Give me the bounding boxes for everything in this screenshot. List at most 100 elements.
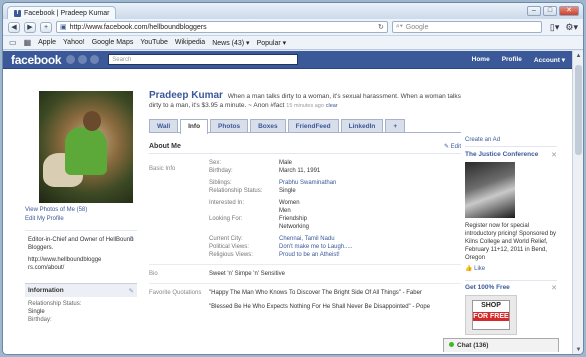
facebook-favicon-icon: f xyxy=(14,9,21,17)
gear-icon[interactable]: ⚙▾ xyxy=(565,22,578,33)
friend-requests-icon[interactable] xyxy=(66,55,76,64)
online-icon xyxy=(449,342,454,347)
bookmark-news[interactable]: News (43) ▾ xyxy=(212,39,249,47)
url-text: http://www.facebook.com/hellboundblogger… xyxy=(69,23,207,31)
ad-title[interactable]: The Justice Conference xyxy=(465,151,557,159)
looking-label: Looking For: xyxy=(209,216,243,222)
like-button[interactable]: 👍 Like xyxy=(465,265,557,272)
bio-label: Bio xyxy=(149,271,158,277)
edit-link[interactable]: ✎ Edit xyxy=(444,143,461,150)
information-heading: Information ✎ xyxy=(25,283,137,297)
sex-value: Male xyxy=(279,160,293,166)
tab-linkedin[interactable]: LinkedIn xyxy=(340,119,384,132)
browser-tab[interactable]: f Facebook | Pradeep Kumar xyxy=(7,6,117,19)
right-column: Create an Ad ✕ The Justice Conference Re… xyxy=(465,137,557,335)
interested-value: Women xyxy=(279,200,300,206)
create-ad-link[interactable]: Create an Ad xyxy=(465,137,557,147)
bookmark-google-maps[interactable]: Google Maps xyxy=(92,39,134,46)
quotation: "Happy The Man Who Knows To Discover The… xyxy=(209,290,422,296)
tab-wall[interactable]: Wall xyxy=(149,119,179,132)
religious-label: Religious Views: xyxy=(209,252,253,258)
sex-label: Sex: xyxy=(209,160,222,166)
bio-url: http://www.hellboundblogge rs.com/about/ xyxy=(28,257,102,271)
tab-photos[interactable]: Photos xyxy=(210,119,249,132)
edit-profile-link[interactable]: Edit My Profile xyxy=(25,216,137,222)
messages-icon[interactable] xyxy=(78,55,88,64)
scroll-up-icon[interactable]: ▲ xyxy=(573,51,583,62)
bookmark-youtube[interactable]: YouTube xyxy=(140,39,168,46)
clear-status-link[interactable]: clear xyxy=(326,103,338,109)
scroll-thumb[interactable] xyxy=(575,65,582,155)
maximize-button[interactable]: □ xyxy=(543,6,557,16)
browser-window: f Facebook | Pradeep Kumar – □ ✕ ◀ ▶ + ▣… xyxy=(2,2,584,355)
political-link[interactable]: Don't make me to Laugh..... xyxy=(279,243,353,251)
profile-tabs: Wall Info Photos Boxes FriendFeed Linked… xyxy=(149,119,461,134)
ad-title[interactable]: Get 100% Free xyxy=(465,284,557,291)
window-controls: – □ ✕ xyxy=(527,6,579,16)
close-button[interactable]: ✕ xyxy=(559,6,579,16)
profile-name[interactable]: Pradeep Kumar xyxy=(149,90,223,101)
address-bar[interactable]: ▣ http://www.facebook.com/hellboundblogg… xyxy=(56,21,388,33)
quotation: "Blessed Be He Who Expects Nothing For H… xyxy=(209,304,431,310)
main-column: Pradeep Kumar When a man talks dirty to … xyxy=(149,91,461,311)
page-menu-icon[interactable]: ▯▾ xyxy=(550,22,559,33)
add-tab-button[interactable]: + xyxy=(385,119,406,132)
bookmark-apple[interactable]: Apple xyxy=(38,39,56,46)
bookmarks-bar: ▭ ▦ Apple Yahoo! Google Maps YouTube Wik… xyxy=(3,36,583,50)
tab-info[interactable]: Info xyxy=(180,119,209,134)
bookmark-popular[interactable]: Popular ▾ xyxy=(257,39,287,47)
forward-button[interactable]: ▶ xyxy=(24,21,36,33)
bio-value: Sweet 'n' Simpe 'n' Sensitive xyxy=(209,271,285,277)
basic-info-label: Basic Info xyxy=(149,166,176,172)
sibling-link[interactable]: Prabhu Swaminathan xyxy=(279,179,336,187)
title-bar: f Facebook | Pradeep Kumar – □ ✕ xyxy=(3,3,583,19)
chat-bar[interactable]: Chat (136) xyxy=(443,338,559,352)
chat-label: Chat (136) xyxy=(457,342,489,349)
birthday-value: March 11, 1991 xyxy=(279,168,321,174)
bio-box: ✎ Editor-in-Chief and Owner of HellBound… xyxy=(25,230,137,277)
birthday-label: Birthday: xyxy=(28,317,52,323)
status-line: Pradeep Kumar When a man talks dirty to … xyxy=(149,91,461,111)
facebook-logo[interactable]: facebook xyxy=(11,53,62,67)
bookmark-yahoo[interactable]: Yahoo! xyxy=(63,39,85,46)
pencil-icon[interactable]: ✎ xyxy=(129,236,135,244)
ad-free-shop[interactable]: ✕ Get 100% Free SHOP FOR FREE xyxy=(465,280,557,335)
scroll-down-icon[interactable]: ▼ xyxy=(573,345,583,354)
facebook-page: facebook Search Home Profile Account ▾ V… xyxy=(3,51,573,354)
vertical-scrollbar[interactable]: ▲ ▼ xyxy=(572,51,583,354)
nav-account[interactable]: Account ▾ xyxy=(534,56,565,64)
nav-home[interactable]: Home xyxy=(472,56,490,64)
tab-friendfeed[interactable]: FriendFeed xyxy=(287,119,339,132)
ad-justice-conference[interactable]: ✕ The Justice Conference Register now fo… xyxy=(465,151,557,272)
ad-image[interactable]: SHOP FOR FREE xyxy=(465,295,517,335)
quotations-label: Favorite Quotations xyxy=(149,290,202,296)
religious-link[interactable]: Proud to be an Atheist! xyxy=(279,251,340,259)
siblings-label: Siblings: xyxy=(209,180,232,186)
close-icon[interactable]: ✕ xyxy=(551,284,557,292)
notifications-icon[interactable] xyxy=(90,55,100,64)
city-link[interactable]: Chennai, Tamil Nadu xyxy=(279,235,335,243)
new-tab-button[interactable]: + xyxy=(40,21,52,33)
view-photos-link[interactable]: View Photos of Me (58) xyxy=(25,207,137,213)
close-icon[interactable]: ✕ xyxy=(551,151,557,159)
pencil-icon[interactable]: ✎ xyxy=(129,287,134,295)
facebook-header: facebook Search Home Profile Account ▾ xyxy=(3,51,573,69)
relationship-label: Relationship Status: xyxy=(28,301,82,307)
bookmark-wikipedia[interactable]: Wikipedia xyxy=(175,39,205,46)
search-input[interactable]: ⌕▾ Google xyxy=(391,21,542,33)
minimize-button[interactable]: – xyxy=(527,6,541,16)
profile-photo[interactable] xyxy=(39,91,133,203)
book-icon[interactable]: ▭ xyxy=(9,38,17,47)
facebook-search-input[interactable]: Search xyxy=(108,54,299,65)
reload-icon[interactable]: ↻ xyxy=(378,23,384,31)
interested-value: Men xyxy=(279,208,291,214)
search-icon: ⌕▾ xyxy=(395,23,403,30)
ad-image[interactable] xyxy=(465,162,515,218)
relationship-value: Single xyxy=(279,188,296,194)
page-icon: ▣ xyxy=(60,24,67,31)
tab-boxes[interactable]: Boxes xyxy=(250,119,286,132)
back-button[interactable]: ◀ xyxy=(8,21,20,33)
interested-label: Interested In: xyxy=(209,200,245,206)
nav-profile[interactable]: Profile xyxy=(502,56,522,64)
grid-icon[interactable]: ▦ xyxy=(24,38,32,47)
